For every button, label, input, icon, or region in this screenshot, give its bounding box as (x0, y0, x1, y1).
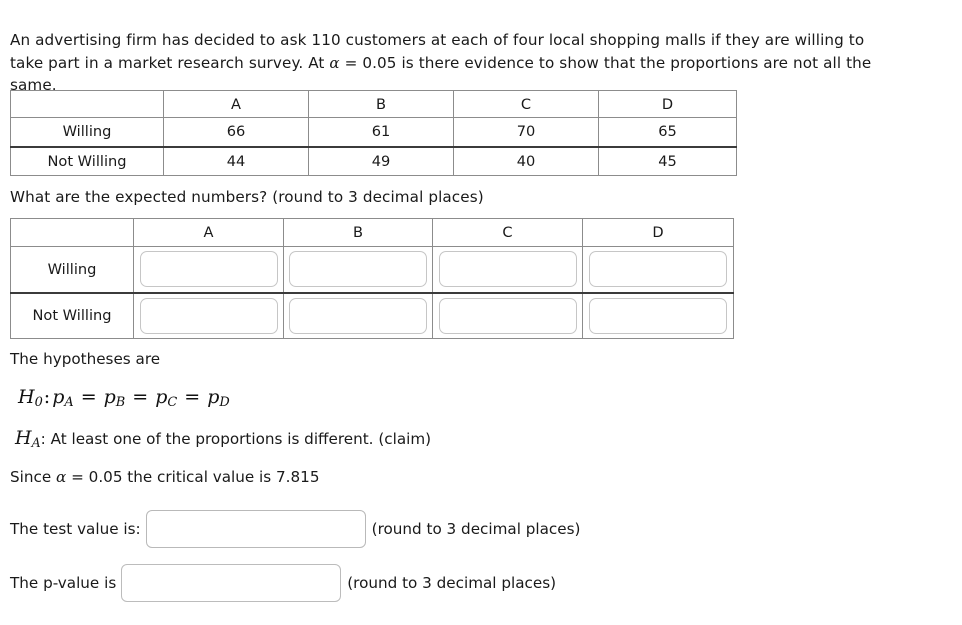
observed-willing-c: 70 (453, 117, 599, 147)
expected-willing-a-input[interactable] (139, 251, 278, 288)
proportion-subscript-a: A (64, 394, 74, 410)
expected-willing-b-input[interactable] (289, 251, 427, 288)
column-header-d: D (598, 90, 737, 118)
alternative-hypothesis-colon: : (40, 430, 46, 448)
alternative-hypothesis: HA: At least one of the proportions is d… (15, 427, 431, 450)
corner-cell (10, 218, 134, 247)
null-hypothesis-subscript: 0 (34, 394, 43, 410)
p-value-hint: (round to 3 decimal places) (347, 574, 557, 592)
column-header-b: B (308, 90, 454, 118)
observed-frequencies-table: A B C D Willing 66 61 70 65 Not Willing … (10, 90, 737, 176)
equals-sign-3: = (184, 386, 201, 408)
column-header-c: C (453, 90, 599, 118)
problem-statement: An advertising firm has decided to ask 1… (10, 29, 895, 97)
alternative-hypothesis-text: At least one of the proportions is diffe… (50, 430, 432, 448)
alpha-symbol: α (56, 468, 67, 486)
alternative-hypothesis-symbol: HA (15, 427, 41, 450)
critical-value-prefix: Since (10, 468, 57, 486)
expected-not-willing-a-cell (133, 291, 284, 339)
table-header-row: A B C D (10, 90, 737, 118)
proportion-symbol-a: p (52, 386, 65, 408)
p-value-label: The p-value is (10, 574, 117, 592)
expected-not-willing-c-input[interactable] (438, 297, 577, 334)
observed-not-willing-c: 40 (453, 145, 599, 176)
expected-willing-d-input[interactable] (589, 251, 727, 288)
row-label-willing: Willing (10, 117, 164, 147)
table-row-not-willing: Not Willing (10, 291, 734, 339)
worksheet-page: An advertising firm has decided to ask 1… (0, 0, 962, 625)
alpha-symbol: α (329, 53, 340, 72)
test-value-label: The test value is: (10, 520, 141, 538)
equals-sign-1: = (80, 386, 97, 408)
expected-willing-a-cell (133, 246, 284, 293)
expected-willing-d-cell (582, 246, 734, 293)
alternative-hypothesis-symbol-letter: H (15, 427, 32, 449)
table-row-willing: Willing (10, 246, 734, 293)
observed-willing-a: 66 (163, 117, 309, 147)
proportion-symbol-c: p (155, 386, 168, 408)
expected-not-willing-d-input[interactable] (589, 297, 727, 334)
hypotheses-lead: The hypotheses are (10, 350, 161, 368)
observed-not-willing-a: 44 (163, 145, 309, 176)
expected-not-willing-b-cell (283, 291, 433, 339)
table-row-not-willing: Not Willing 44 49 40 45 (10, 145, 737, 176)
expected-not-willing-b-input[interactable] (289, 297, 427, 334)
test-value-hint: (round to 3 decimal places) (371, 520, 581, 538)
expected-willing-c-input[interactable] (438, 251, 577, 288)
expected-willing-b-cell (283, 246, 433, 293)
column-header-a: A (133, 218, 284, 247)
null-hypothesis-symbol: H (18, 386, 35, 408)
test-value-row: The test value is: (round to 3 decimal p… (10, 510, 580, 548)
observed-not-willing-d: 45 (598, 145, 737, 176)
expected-not-willing-d-cell (582, 291, 734, 339)
expected-not-willing-c-cell (432, 291, 583, 339)
proportion-subscript-c: C (167, 394, 178, 410)
proportion-symbol-d: p (207, 386, 220, 408)
p-value-row: The p-value is (round to 3 decimal place… (10, 564, 556, 602)
critical-value-suffix: = 0.05 the critical value is 7.815 (66, 468, 320, 486)
null-hypothesis-colon: : (43, 386, 51, 408)
critical-value-statement: Since α = 0.05 the critical value is 7.8… (10, 468, 320, 486)
observed-willing-b: 61 (308, 117, 454, 147)
observed-not-willing-b: 49 (308, 145, 454, 176)
equals-sign-2: = (132, 386, 149, 408)
null-hypothesis: H0: pA = pB = pC = pD (18, 386, 230, 410)
row-label-willing: Willing (10, 246, 134, 293)
column-header-d: D (582, 218, 734, 247)
proportion-subscript-b: B (115, 394, 126, 410)
row-label-not-willing: Not Willing (10, 145, 164, 176)
expected-numbers-question: What are the expected numbers? (round to… (10, 188, 484, 206)
column-header-a: A (163, 90, 309, 118)
proportion-subscript-d: D (219, 394, 230, 410)
test-value-input[interactable] (145, 510, 366, 548)
column-header-c: C (432, 218, 583, 247)
row-label-not-willing: Not Willing (10, 291, 134, 339)
column-header-b: B (283, 218, 433, 247)
expected-willing-c-cell (432, 246, 583, 293)
alternative-hypothesis-subscript: A (31, 434, 41, 450)
table-header-row: A B C D (10, 218, 734, 247)
table-row-willing: Willing 66 61 70 65 (10, 117, 737, 147)
expected-not-willing-a-input[interactable] (139, 297, 278, 334)
proportion-symbol-b: p (103, 386, 116, 408)
expected-frequencies-table: A B C D Willing Not Willing (10, 218, 734, 339)
p-value-input[interactable] (121, 564, 342, 602)
corner-cell (10, 90, 164, 118)
observed-willing-d: 65 (598, 117, 737, 147)
